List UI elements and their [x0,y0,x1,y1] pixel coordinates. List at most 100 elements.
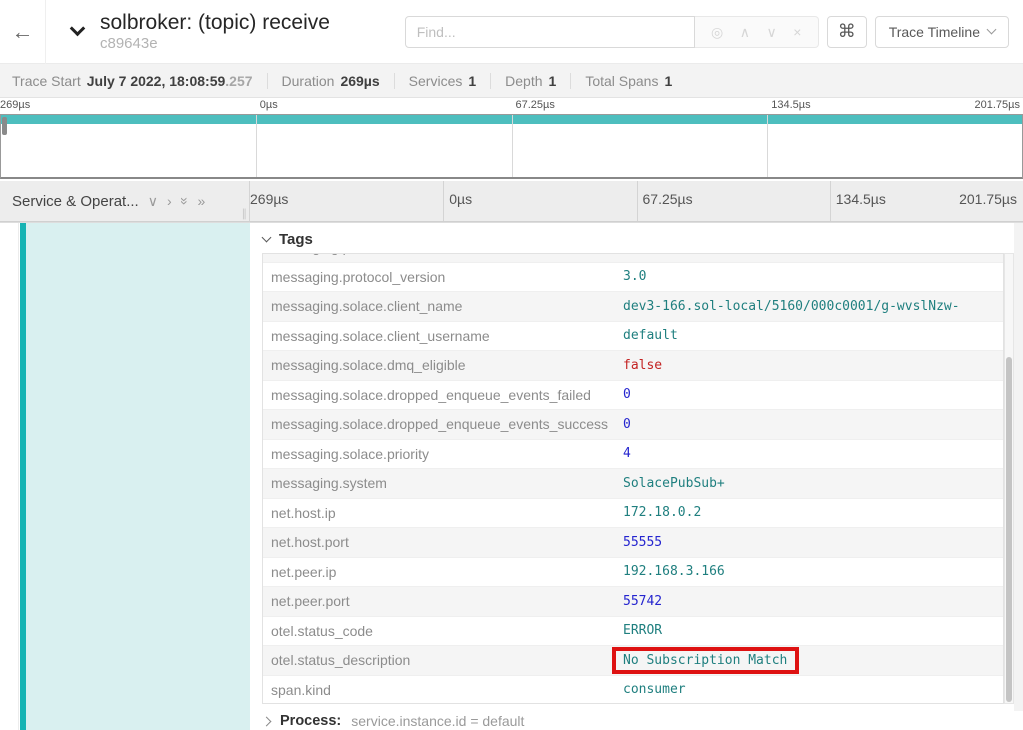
tag-key: messaging.system [263,475,623,491]
tag-value: 55555 [623,535,1003,550]
tag-row: messaging.solace.client_username default [263,322,1003,352]
tag-key: span.kind [263,682,623,698]
tag-row: net.host.port 55555 [263,528,1003,558]
tag-key: messaging.solace.dropped_enqueue_events_… [263,416,623,432]
page-title: solbroker: (topic) receive [100,11,330,35]
minimap-gridline [512,115,513,177]
detail-right-gutter [1014,223,1023,711]
minimap-tick-label: 201.75µs [975,99,1020,111]
indent-guide [18,223,19,730]
tag-key: messaging.solace.client_username [263,328,623,344]
tags-section-title: Tags [279,231,313,248]
chevron-down-icon [262,233,272,243]
clear-search-icon[interactable]: × [793,25,801,39]
tag-row: messaging.solace.dmq_eligible false [263,351,1003,381]
tag-value: 0 [623,417,1003,432]
timeline-divider [443,181,444,221]
tag-row: messaging.solace.client_name dev3-166.so… [263,292,1003,322]
process-summary: service.instance.id = default [351,713,524,729]
minimap-canvas[interactable] [0,114,1023,179]
timeline-divider [830,181,831,221]
column-resizer-grip[interactable]: ∥ [242,207,247,220]
tag-key: messaging.solace.client_name [263,298,623,314]
tag-row: messaging.protocol_version 3.0 [263,263,1003,293]
trace-title-collapse-toggle[interactable] [62,29,92,34]
summary-item-label: Depth [505,73,542,89]
service-operation-label: Service & Operat... [12,193,139,210]
tag-value: 55742 [623,594,1003,609]
tag-row: messaging.solace.priority 4 [263,440,1003,470]
back-arrow-icon: ← [12,21,34,43]
summary-item-label: Total Spans [585,73,658,89]
selected-span-highlight [26,223,250,730]
summary-item-label: Services [409,73,463,89]
tag-key: messaging.protocol_version [263,269,623,285]
tag-row: messaging.solace.dropped_enqueue_events_… [263,410,1003,440]
timeline-divider [637,181,638,221]
summary-item: Duration 269µs [267,73,380,89]
tag-value: SolacePubSub+ [623,476,1003,491]
minimap-tick-label: 67.25µs [516,99,555,111]
tag-value: ERROR [623,623,1003,638]
tag-row: net.peer.port 55742 [263,587,1003,617]
summary-item: Total Spans 1 [570,73,672,89]
locate-icon[interactable]: ◎ [711,25,723,39]
find-input[interactable] [405,16,695,48]
trace-view-selector[interactable]: Trace Timeline [875,16,1009,48]
minimap-scrubber-handle[interactable] [2,117,7,135]
tag-row: otel.status_description No Subscription … [263,646,1003,676]
tag-key: otel.status_code [263,623,623,639]
minimap-tick-label: 134.5µs [771,99,810,111]
tag-value: 3.0 [623,269,1003,284]
chevron-down-icon [987,25,997,35]
tag-key: messaging.solace.dmq_eligible [263,357,623,373]
collapse-all-icon[interactable]: » [178,197,192,205]
expand-all-icon[interactable]: » [197,194,205,208]
back-button[interactable]: ← [0,0,46,64]
service-operation-column-header: Service & Operat... ∨ › » » ∥ [0,181,250,221]
summary-item-value: 1 [549,73,557,89]
summary-item-suffix: .257 [225,73,252,89]
span-detail-area: Tags messaging.protocol SMF messaging.pr… [0,222,1023,730]
keyboard-shortcuts-button[interactable]: ⌘ [827,16,867,48]
tag-key: net.host.ip [263,505,623,521]
trace-header: ← solbroker: (topic) receive c89643e ◎∧∨… [0,0,1023,64]
chevron-down-icon [69,21,85,37]
tag-value: dev3-166.sol-local/5160/000c0001/g-wvslN… [623,299,1003,314]
find-addon-icons: ◎ ∧ ∨ × [695,16,819,48]
tag-value: 0 [623,387,1003,402]
tag-key: messaging.solace.dropped_enqueue_events_… [263,387,623,403]
prev-match-icon[interactable]: ∧ [740,25,750,39]
command-icon: ⌘ [838,21,856,42]
tags-scrollbar-thumb[interactable] [1006,357,1012,702]
timeline-tick-label: 0µs [449,191,472,207]
summary-item: Depth 1 [490,73,556,89]
summary-item-value: 1 [664,73,672,89]
timeline-tick-label: 67.25µs [643,191,693,207]
collapse-one-icon[interactable]: ∨ [148,194,158,208]
tag-row: otel.status_code ERROR [263,617,1003,647]
summary-item: Trace Start July 7 2022, 18:08:59 .257 [12,73,253,89]
tag-value: 4 [623,446,1003,461]
summary-item-value: July 7 2022, 18:08:59 [87,73,226,89]
tag-value: false [623,358,1003,373]
expand-one-icon[interactable]: › [167,194,172,208]
tag-value: default [623,328,1003,343]
summary-item: Services 1 [394,73,476,89]
minimap-gridline [256,115,257,177]
timeline-tick-label: 269µs [250,191,288,207]
next-match-icon[interactable]: ∨ [766,25,776,39]
summary-item-label: Duration [282,73,335,89]
tags-scrollbar-track[interactable] [1004,253,1014,704]
timeline-ruler: 0µs67.25µs134.5µs201.75µs269µs [250,181,1023,221]
tag-key: messaging.solace.priority [263,446,623,462]
tag-key: net.peer.ip [263,564,623,580]
tags-section-toggle[interactable]: Tags [263,231,313,248]
tag-value: No Subscription Match [623,653,1003,668]
process-section-toggle[interactable]: Process: service.instance.id = default [263,713,524,729]
summary-item-value: 1 [468,73,476,89]
tag-key: otel.status_description [263,652,623,668]
span-name-column[interactable] [0,223,250,730]
minimap-tick-label: 0µs [260,99,278,111]
minimap-tick-label: 269µs [0,99,30,111]
